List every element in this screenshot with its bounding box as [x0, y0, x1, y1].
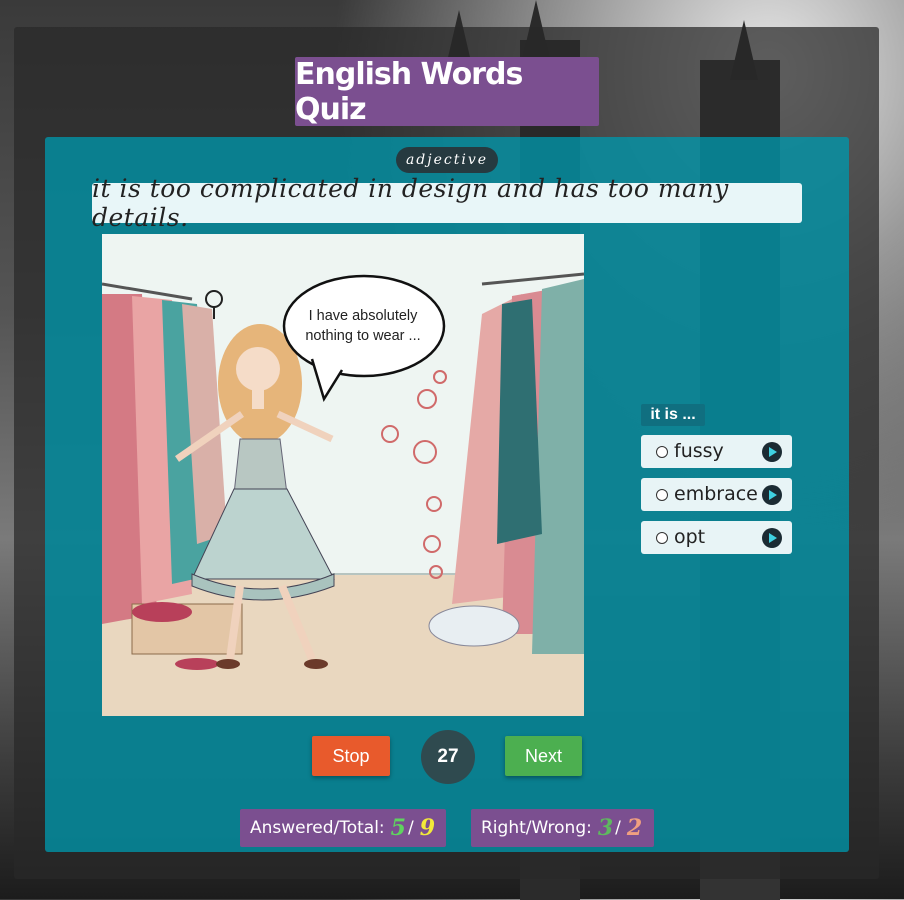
stat-separator: /	[407, 818, 414, 838]
speech-bubble-text: I have absolutely nothing to wear ...	[305, 308, 421, 344]
stop-button[interactable]: Stop	[312, 736, 390, 776]
right-wrong-stat: Right/Wrong: 3 / 2	[471, 809, 654, 847]
answer-option-label: opt	[674, 526, 706, 548]
next-button[interactable]: Next	[505, 736, 582, 776]
right-wrong-label: Right/Wrong:	[481, 818, 592, 838]
part-of-speech-badge: adjective	[396, 147, 498, 173]
radio-icon[interactable]	[656, 446, 668, 458]
answered-count: 5	[390, 815, 406, 841]
radio-icon[interactable]	[656, 489, 668, 501]
answered-total-label: Answered/Total:	[250, 818, 385, 838]
total-count: 9	[419, 815, 436, 841]
definition-text: it is too complicated in design and has …	[92, 174, 802, 232]
question-illustration: I have absolutely nothing to wear ...	[102, 234, 584, 716]
radio-icon[interactable]	[656, 532, 668, 544]
right-count: 3	[597, 815, 614, 841]
answered-total-stat: Answered/Total: 5 / 9	[240, 809, 446, 847]
answer-option-embrace[interactable]: embrace	[641, 478, 792, 511]
play-audio-icon[interactable]	[762, 442, 782, 462]
answer-prompt: it is ...	[641, 404, 705, 426]
stat-separator: /	[615, 818, 621, 838]
question-counter: 27	[421, 730, 475, 784]
page-title: English Words Quiz	[295, 57, 599, 127]
answer-option-label: embrace	[674, 483, 758, 505]
answer-option-fussy[interactable]: fussy	[641, 435, 792, 468]
answer-option-opt[interactable]: opt	[641, 521, 792, 554]
answer-option-label: fussy	[674, 440, 724, 462]
wrong-count: 2	[626, 815, 643, 841]
play-audio-icon[interactable]	[762, 485, 782, 505]
play-audio-icon[interactable]	[762, 528, 782, 548]
